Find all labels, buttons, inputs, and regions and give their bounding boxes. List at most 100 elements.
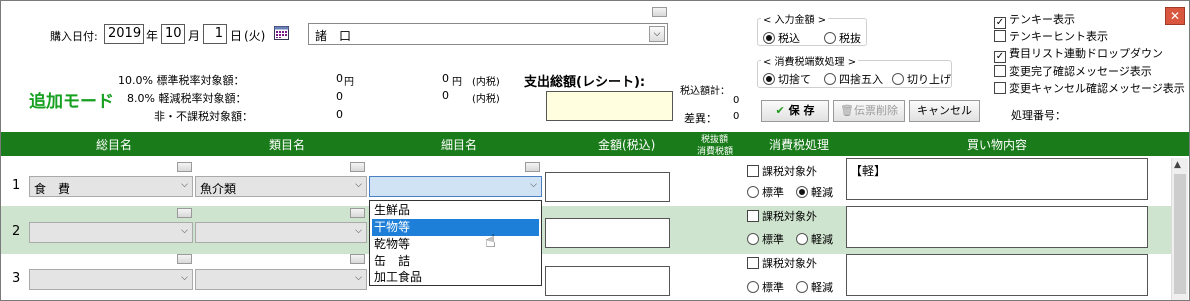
item-select[interactable]: ⌵ [369,176,542,197]
table-row: 1 食 費 ⌵ 魚介類 ⌵ ⌵ 課税対象外 標準 軽減 【軽】 [1,158,1171,206]
chevron-down-icon: ⌵ [355,226,362,236]
reduced-radio[interactable]: 軽減 [796,184,833,200]
dropdown-option[interactable]: 乾物等 [372,236,539,253]
receipt-total-input[interactable] [546,91,673,121]
non-taxable-value: 0 [336,108,343,121]
tax-excluded-radio[interactable]: 税抜 [824,30,861,46]
reduced-tax-note: (内税) [472,94,500,105]
tax-total-value: 0 [733,95,740,106]
category-select[interactable]: 食 費 ⌵ [29,176,193,197]
reduced-radio[interactable]: 軽減 [796,279,833,295]
scroll-thumb[interactable] [1174,174,1186,294]
row-hint-button[interactable] [350,208,365,218]
store-hint-button[interactable] [652,7,667,17]
amount-input[interactable] [545,266,670,296]
standard-radio[interactable]: 標準 [747,184,784,200]
taxfree-checkbox[interactable]: 課税対象外 [747,208,817,224]
delete-button[interactable]: 🗑伝票削除 [833,100,905,122]
dropdown-option[interactable]: 生鮮品 [372,202,539,219]
chevron-down-icon: ⌵ [530,180,537,190]
row-number: 2 [12,224,21,239]
option-tenkey-hint[interactable]: テンキーヒント表示 [994,28,1108,44]
year-input[interactable]: 2019 [104,24,144,44]
date-label: 購入日付: [50,30,98,43]
taxfree-checkbox[interactable]: 課税対象外 [747,163,817,179]
contents-input[interactable]: 【軽】 [846,158,1148,200]
category-select[interactable]: ⌵ [29,269,193,290]
tax-total-label: 税込額計： [680,86,730,97]
standard-tax-note: (内税) [472,77,500,88]
chevron-down-icon: ⌵ [181,180,188,190]
reduced-radio[interactable]: 軽減 [796,231,833,247]
table-row: 3 ⌵ ⌵ 課税対象外 標準 軽減 [1,254,1171,300]
standard-tax-unit: 円 [452,77,462,88]
cancel-button[interactable]: キャンセル [909,100,980,122]
subcategory-select[interactable]: ⌵ [195,269,367,290]
tax-included-radio[interactable]: 税込 [763,30,800,46]
close-icon: ✕ [1169,9,1181,23]
standard-rate-value: 0 [336,72,343,85]
dropdown-option-selected[interactable]: 干物等 [372,219,539,236]
col-tax-amount: 消費税額 [697,147,734,157]
amount-input[interactable] [545,218,670,248]
diff-value: 0 [733,111,740,122]
chevron-down-icon: ⌵ [181,273,188,283]
reduced-rate-value: 0 [336,90,343,103]
entry-form: 購入日付: 2019 年 10 月 1 日 (火) 諸 口 ⌵ 追加モード 10… [1,1,1189,131]
row-hint-button[interactable] [350,254,365,264]
round-up-radio[interactable]: 切り上げ [892,71,951,87]
standard-rate-unit: 円 [344,77,354,88]
subcategory-select[interactable]: 魚介類 ⌵ [195,176,367,197]
amount-input[interactable] [545,172,670,202]
trash-icon: 🗑 [840,104,854,117]
calendar-icon[interactable] [274,26,289,43]
row-hint-button[interactable] [525,162,540,172]
row-hint-button[interactable] [350,162,365,172]
option-tenkey[interactable]: ✓ テンキー表示 [994,11,1075,29]
save-button[interactable]: ✔ 保 存 [761,100,829,122]
option-cancel-confirm[interactable]: 変更キャンセル確認メッセージ表示 [994,80,1185,96]
col-tax-processing: 消費税処理 [769,138,830,152]
scroll-up-icon[interactable]: ▲ [1174,160,1181,170]
year-unit: 年 [146,29,159,43]
dropdown-option[interactable]: 加工食品 [372,269,539,286]
col-item: 細目名 [441,138,478,152]
day-input[interactable]: 1 [203,24,227,44]
taxfree-checkbox[interactable]: 課税対象外 [747,255,817,271]
subcategory-select[interactable]: ⌵ [195,222,367,243]
vertical-scrollbar[interactable]: ▲ [1171,158,1188,300]
diff-label: 差異： [684,112,717,125]
dropdown-option[interactable]: 缶 詰 [372,253,539,270]
row-hint-button[interactable] [177,208,192,218]
store-value: 諸 口 [315,29,352,43]
hand-cursor-icon: ☝ [485,231,496,252]
round-down-radio[interactable]: 切捨て [763,71,811,87]
contents-input[interactable] [846,254,1148,296]
month-input[interactable]: 10 [161,24,185,44]
chevron-down-icon: ⌵ [355,180,362,190]
option-change-confirm[interactable]: 変更完了確認メッセージ表示 [994,63,1152,79]
standard-radio[interactable]: 標準 [747,231,784,247]
col-category: 総目名 [96,138,133,152]
input-amount-title: < 入力金額 > [761,11,829,26]
contents-input[interactable] [846,206,1148,248]
row-hint-button[interactable] [177,254,192,264]
store-select[interactable]: 諸 口 ⌵ [308,23,668,45]
table-row: 2 ⌵ ⌵ 課税対象外 標準 軽減 [1,206,1171,254]
app-window: 購入日付: 2019 年 10 月 1 日 (火) 諸 口 ⌵ 追加モード 10… [0,0,1190,301]
row-hint-button[interactable] [177,162,192,172]
row-number: 3 [12,271,21,286]
receipt-total-label: 支出総額(レシート): [524,75,646,90]
category-select[interactable]: ⌵ [29,222,193,243]
close-button[interactable]: ✕ [1165,7,1185,25]
standard-radio[interactable]: 標準 [747,279,784,295]
chevron-down-icon: ⌵ [181,226,188,236]
col-amount: 金額(税込) [598,138,656,152]
weekday-label: (火) [244,29,266,43]
reduced-tax-value: 0 [442,89,449,102]
option-linked-dropdown[interactable]: ✓ 費目リスト連動ドロップダウン [994,45,1163,63]
column-header: 総目名 類目名 細目名 金額(税込) 税抜額 消費税額 消費税処理 買い物内容 [1,132,1189,157]
day-unit: 日 [230,29,243,43]
non-taxable-label: 非・不課税対象額： [154,110,253,123]
round-half-radio[interactable]: 四捨五入 [824,71,883,87]
